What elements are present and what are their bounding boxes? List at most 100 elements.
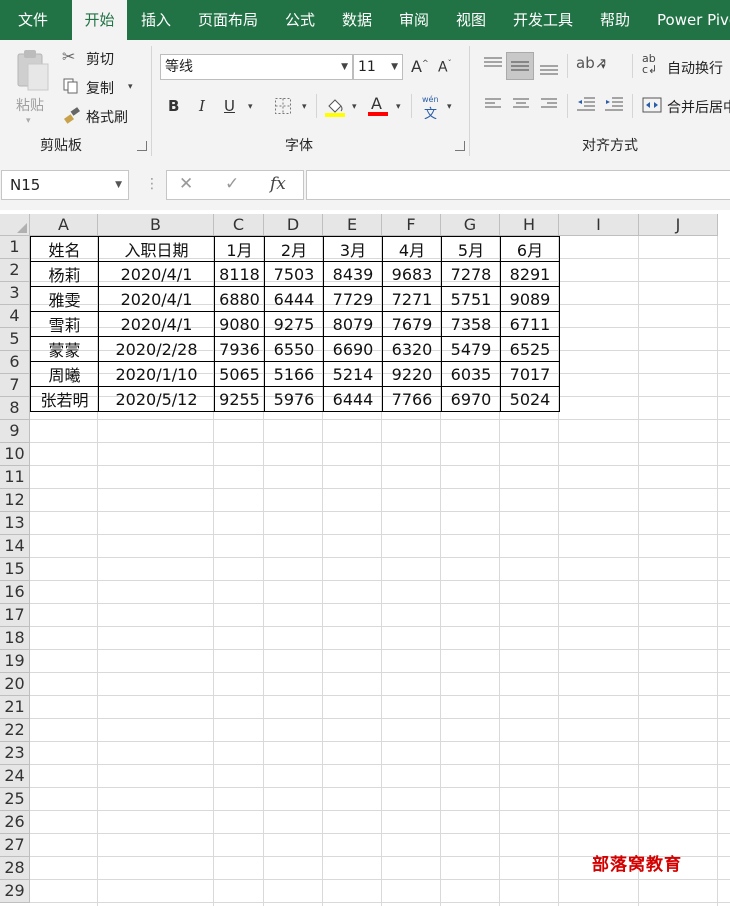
cell-e[interactable]: 8079	[323, 311, 383, 337]
row-header-20[interactable]: 20	[0, 673, 30, 696]
cell-e[interactable]: 7729	[323, 286, 383, 312]
cell-a[interactable]: 雅雯	[30, 286, 99, 312]
row-header-13[interactable]: 13	[0, 512, 30, 535]
copy-button[interactable]: 复制 ▾	[62, 77, 142, 97]
cell-e[interactable]: 6444	[323, 386, 383, 412]
column-header-d[interactable]: D	[264, 214, 323, 236]
row-header-8[interactable]: 8	[0, 397, 30, 420]
orientation-dropdown-arrow[interactable]: ▾	[601, 62, 606, 72]
cell-f[interactable]: 6320	[382, 336, 442, 362]
name-box[interactable]: N15 ▼	[1, 170, 129, 200]
column-header-h[interactable]: H	[500, 214, 559, 236]
cell-c[interactable]: 5065	[214, 361, 265, 387]
column-header-b[interactable]: B	[98, 214, 214, 236]
column-header-i[interactable]: I	[559, 214, 639, 236]
font-launcher-icon[interactable]	[455, 141, 465, 151]
increase-indent-icon[interactable]	[604, 96, 624, 112]
row-header-16[interactable]: 16	[0, 581, 30, 604]
row-header-25[interactable]: 25	[0, 788, 30, 811]
cell-h[interactable]: 6525	[500, 336, 560, 362]
fill-color-icon[interactable]	[325, 96, 345, 118]
row-header-6[interactable]: 6	[0, 351, 30, 374]
cell-d[interactable]: 5976	[264, 386, 324, 412]
row-header-22[interactable]: 22	[0, 719, 30, 742]
tab-help[interactable]: 帮助	[600, 0, 630, 40]
row-header-10[interactable]: 10	[0, 443, 30, 466]
row-header-7[interactable]: 7	[0, 374, 30, 397]
cell-b[interactable]: 2020/4/1	[98, 311, 215, 337]
cell-a[interactable]: 雪莉	[30, 311, 99, 337]
row-header-2[interactable]: 2	[0, 259, 30, 282]
tab-data[interactable]: 数据	[342, 0, 372, 40]
align-center-icon[interactable]	[512, 97, 530, 111]
row-header-15[interactable]: 15	[0, 558, 30, 581]
tab-review[interactable]: 审阅	[399, 0, 429, 40]
cell-d[interactable]: 6444	[264, 286, 324, 312]
paste-dropdown-arrow[interactable]: ▾	[26, 116, 31, 126]
cell-g[interactable]: 5月	[441, 236, 501, 262]
cell-e[interactable]: 3月	[323, 236, 383, 262]
paste-button[interactable]: 粘贴 ▾	[10, 46, 54, 126]
font-size-combo[interactable]: 11 ▼	[353, 54, 403, 80]
row-header-12[interactable]: 12	[0, 489, 30, 512]
cell-b[interactable]: 2020/1/10	[98, 361, 215, 387]
row-header-28[interactable]: 28	[0, 857, 30, 880]
cell-d[interactable]: 2月	[264, 236, 324, 262]
cell-h[interactable]: 5024	[500, 386, 560, 412]
phonetic-dropdown-arrow[interactable]: ▾	[447, 102, 452, 112]
cell-d[interactable]: 7503	[264, 261, 324, 287]
decrease-font-size-icon[interactable]: Aˇ	[438, 59, 452, 76]
border-icon[interactable]	[274, 97, 292, 115]
cell-h[interactable]: 6711	[500, 311, 560, 337]
cell-f[interactable]: 7271	[382, 286, 442, 312]
row-header-18[interactable]: 18	[0, 627, 30, 650]
select-all-button[interactable]	[0, 214, 30, 236]
cell-a[interactable]: 周曦	[30, 361, 99, 387]
cell-g[interactable]: 7278	[441, 261, 501, 287]
row-header-9[interactable]: 9	[0, 420, 30, 443]
cell-c[interactable]: 1月	[214, 236, 265, 262]
cell-f[interactable]: 9220	[382, 361, 442, 387]
row-header-26[interactable]: 26	[0, 811, 30, 834]
cell-f[interactable]: 9683	[382, 261, 442, 287]
increase-font-size-icon[interactable]: A^	[411, 57, 429, 76]
drag-handle-icon[interactable]: ⋮	[145, 176, 159, 192]
format-painter-button[interactable]: 格式刷	[62, 106, 142, 126]
row-header-29[interactable]: 29	[0, 880, 30, 903]
cell-g[interactable]: 5479	[441, 336, 501, 362]
row-header-11[interactable]: 11	[0, 466, 30, 489]
merge-center-button[interactable]: 合并后居中	[642, 95, 730, 117]
cell-d[interactable]: 6550	[264, 336, 324, 362]
fill-color-dropdown-arrow[interactable]: ▾	[352, 102, 357, 112]
font-color-dropdown-arrow[interactable]: ▾	[396, 102, 401, 112]
align-right-icon[interactable]	[540, 97, 558, 111]
font-name-combo[interactable]: 等线 ▼	[160, 54, 353, 80]
cell-c[interactable]: 6880	[214, 286, 265, 312]
decrease-indent-icon[interactable]	[576, 96, 596, 112]
cell-e[interactable]: 6690	[323, 336, 383, 362]
tab-developer[interactable]: 开发工具	[513, 0, 573, 40]
formula-input[interactable]	[306, 170, 730, 200]
cell-b[interactable]: 2020/5/12	[98, 386, 215, 412]
row-header-5[interactable]: 5	[0, 328, 30, 351]
border-dropdown-arrow[interactable]: ▾	[302, 102, 307, 112]
tab-page-layout[interactable]: 页面布局	[198, 0, 258, 40]
bold-button[interactable]: B	[168, 97, 179, 115]
tab-home[interactable]: 开始	[72, 0, 127, 40]
cell-a[interactable]: 张若明	[30, 386, 99, 412]
cell-g[interactable]: 6970	[441, 386, 501, 412]
cell-b[interactable]: 入职日期	[98, 236, 215, 262]
row-header-24[interactable]: 24	[0, 765, 30, 788]
row-header-1[interactable]: 1	[0, 236, 30, 259]
row-header-3[interactable]: 3	[0, 282, 30, 305]
column-header-e[interactable]: E	[323, 214, 382, 236]
insert-function-icon[interactable]: fx	[270, 174, 286, 194]
tab-insert[interactable]: 插入	[141, 0, 171, 40]
cell-f[interactable]: 7766	[382, 386, 442, 412]
cell-g[interactable]: 7358	[441, 311, 501, 337]
tab-power-pivot[interactable]: Power Pivot	[657, 0, 730, 40]
underline-button[interactable]: U	[224, 97, 235, 115]
cell-c[interactable]: 7936	[214, 336, 265, 362]
cell-c[interactable]: 9080	[214, 311, 265, 337]
cell-e[interactable]: 5214	[323, 361, 383, 387]
